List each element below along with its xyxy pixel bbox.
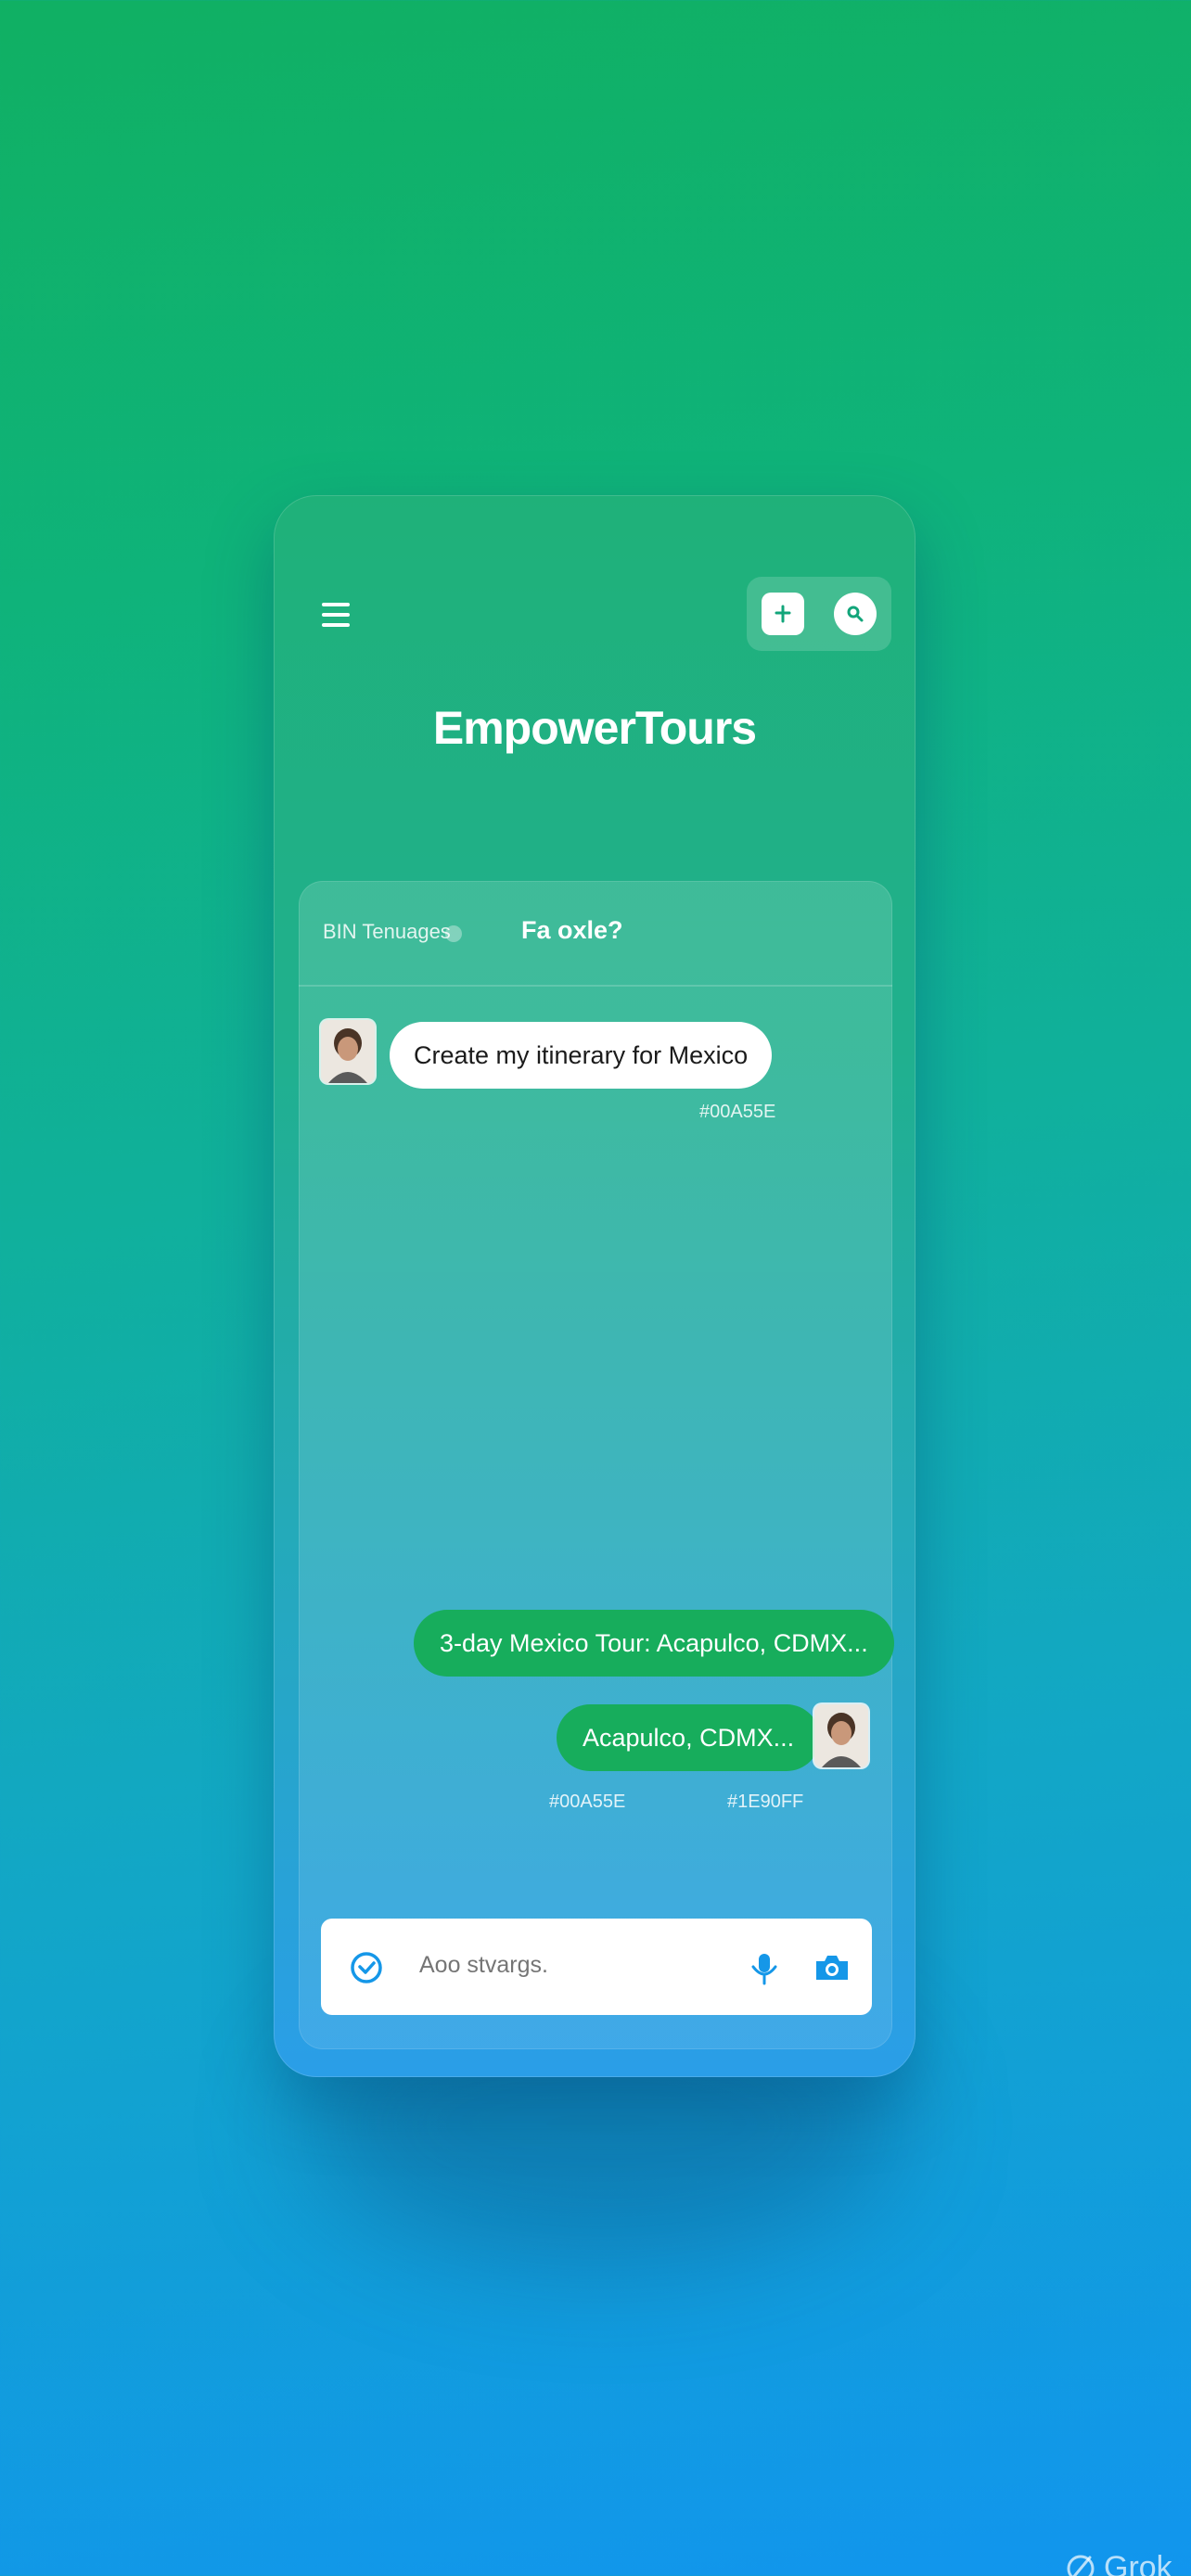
person-avatar-icon (814, 1704, 868, 1767)
message-color-label: #1E90FF (727, 1792, 804, 1812)
user-avatar (321, 1020, 375, 1083)
message-input-bar (321, 1919, 872, 2015)
chat-panel: BIN Tenuages Fa oxle? Create my itinerar… (299, 881, 894, 2049)
grok-logo-icon (1067, 2555, 1095, 2576)
plus-icon (775, 605, 791, 623)
status-dot (445, 925, 462, 942)
search-icon (847, 606, 864, 622)
search-button[interactable] (834, 593, 877, 635)
phone-frame: EmpowerTours BIN Tenuages Fa oxle? Creat… (274, 495, 916, 2077)
add-button[interactable] (762, 593, 804, 635)
grok-watermark: Grok (1065, 2550, 1172, 2576)
message-color-label: #00A55E (699, 1102, 776, 1122)
chat-title: Fa oxle? (521, 916, 623, 944)
message-bubble-user: Create my itinerary for Mexico (390, 1022, 773, 1089)
app-logo: EmpowerTours (432, 702, 757, 754)
message-color-label: #00A55E (549, 1792, 626, 1812)
mic-icon[interactable] (748, 1950, 781, 1985)
hamburger-icon[interactable] (322, 603, 352, 629)
person-avatar-icon (321, 1020, 375, 1083)
chat-header-label: BIN Tenuages (323, 920, 451, 943)
camera-icon[interactable] (813, 1952, 852, 1983)
message-bubble-bot: 3-day Mexico Tour: Acapulco, CDMX... (414, 1610, 894, 1677)
message-input[interactable] (419, 1952, 735, 1979)
message-bubble-bot: Acapulco, CDMX... (557, 1704, 821, 1771)
bot-avatar (814, 1704, 868, 1767)
top-actions-group (747, 577, 891, 651)
chat-header: BIN Tenuages Fa oxle? (299, 881, 892, 987)
watermark-text: Grok (1104, 2550, 1172, 2576)
check-circle-icon[interactable] (349, 1950, 384, 1985)
